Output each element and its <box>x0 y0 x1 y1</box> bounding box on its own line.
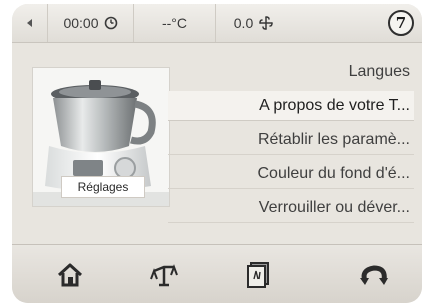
temperature-value: --°C <box>161 15 188 31</box>
menu-item-background-color[interactable]: Couleur du fond d'é... <box>168 159 414 189</box>
menu-item-about[interactable]: A propos de votre T... <box>168 91 414 121</box>
step-indicator: 7 <box>388 10 414 36</box>
left-arrow-icon <box>26 19 32 27</box>
device-frame: 00:00 --°C 0.0 7 Réglages Langues A prop… <box>0 0 429 306</box>
thumbnail-label: Réglages <box>61 176 145 198</box>
timer-display[interactable]: 00:00 <box>48 4 134 42</box>
home-icon <box>57 263 83 287</box>
status-bar: 00:00 --°C 0.0 7 <box>12 4 422 43</box>
settings-thumbnail: Réglages <box>32 67 170 207</box>
recipe-chip-button[interactable] <box>238 257 278 293</box>
settings-content: Réglages Langues A propos de votre T... … <box>12 43 422 244</box>
settings-menu: Langues A propos de votre T... Rétablir … <box>168 57 414 227</box>
scale-icon <box>150 264 178 287</box>
device-screen: 00:00 --°C 0.0 7 Réglages Langues A prop… <box>12 4 422 303</box>
time-value: 00:00 <box>63 15 99 31</box>
home-button[interactable] <box>50 257 90 293</box>
turbo-reverse-icon <box>360 265 388 285</box>
menu-item-reset-settings[interactable]: Rétablir les paramè... <box>168 125 414 155</box>
bottom-navigation <box>12 244 422 303</box>
temperature-display[interactable]: --°C <box>134 4 216 42</box>
fan-blade-icon <box>259 16 273 30</box>
speed-display[interactable]: 0.0 <box>216 4 292 42</box>
back-button[interactable] <box>12 4 48 42</box>
speed-value: 0.0 <box>233 15 254 31</box>
menu-item-languages[interactable]: Langues <box>168 57 414 87</box>
scale-button[interactable] <box>144 257 184 293</box>
clock-icon <box>104 16 117 30</box>
reverse-turbo-button[interactable] <box>354 257 394 293</box>
menu-item-lock-unlock[interactable]: Verrouiller ou déver... <box>168 193 414 223</box>
recipe-chip-icon <box>247 262 269 288</box>
